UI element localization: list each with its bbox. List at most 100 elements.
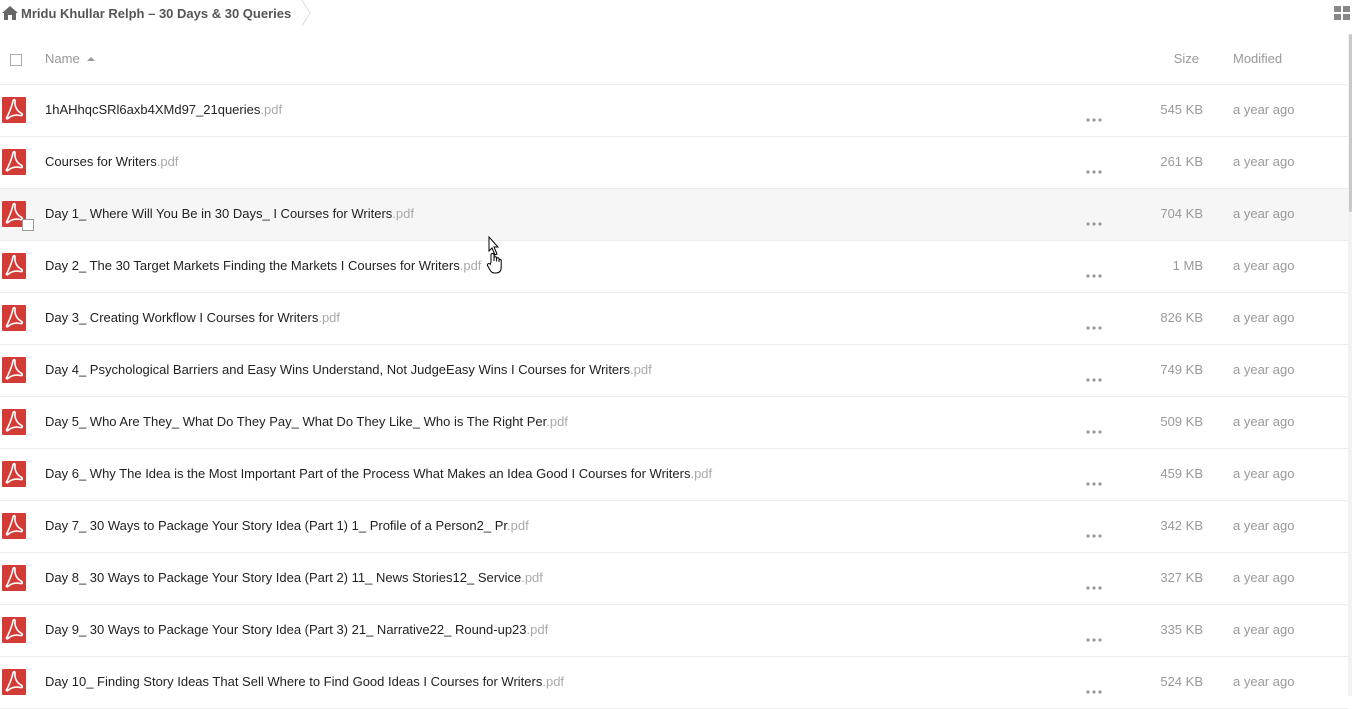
file-modified: a year ago xyxy=(1233,518,1295,533)
file-name[interactable]: Day 3_ Creating Workflow I Courses for W… xyxy=(45,310,340,325)
file-basename: Day 10_ Finding Story Ideas That Sell Wh… xyxy=(45,674,543,689)
file-size: 261 KB xyxy=(1160,154,1203,169)
file-extension: .pdf xyxy=(392,206,414,221)
file-row[interactable]: Day 4_ Psychological Barriers and Easy W… xyxy=(0,345,1348,397)
breadcrumb-current-folder[interactable]: Mridu Khullar Relph – 30 Days & 30 Queri… xyxy=(21,6,291,21)
select-all-checkbox[interactable] xyxy=(10,54,22,66)
file-size: 1 MB xyxy=(1172,258,1203,273)
file-extension: .pdf xyxy=(630,362,652,377)
file-modified: a year ago xyxy=(1233,466,1295,481)
file-basename: Courses for Writers xyxy=(45,154,157,169)
pdf-file-icon xyxy=(2,461,26,487)
file-name[interactable]: Day 9_ 30 Ways to Package Your Story Ide… xyxy=(45,622,548,637)
file-modified: a year ago xyxy=(1233,102,1295,117)
file-name[interactable]: Day 2_ The 30 Target Markets Finding the… xyxy=(45,258,481,273)
file-name[interactable]: Day 6_ Why The Idea is the Most Importan… xyxy=(45,466,712,481)
more-actions-icon[interactable] xyxy=(1086,265,1102,278)
file-modified: a year ago xyxy=(1233,414,1295,429)
file-row[interactable]: Day 8_ 30 Ways to Package Your Story Ide… xyxy=(0,553,1348,605)
file-size: 335 KB xyxy=(1160,622,1203,637)
file-row[interactable]: Day 9_ 30 Ways to Package Your Story Ide… xyxy=(0,605,1348,657)
file-row[interactable]: Day 1_ Where Will You Be in 30 Days_ I C… xyxy=(0,189,1348,241)
more-actions-icon[interactable] xyxy=(1086,681,1102,694)
file-list-header: Name Size Modified xyxy=(0,34,1348,85)
sort-ascending-icon xyxy=(86,56,95,61)
file-basename: Day 7_ 30 Ways to Package Your Story Ide… xyxy=(45,518,507,533)
file-row[interactable]: Day 3_ Creating Workflow I Courses for W… xyxy=(0,293,1348,345)
file-extension: .pdf xyxy=(507,518,529,533)
file-extension: .pdf xyxy=(318,310,341,325)
file-row[interactable]: Courses for Writers.pdf 261 KB a year ago xyxy=(0,137,1348,189)
file-name[interactable]: Day 7_ 30 Ways to Package Your Story Ide… xyxy=(45,518,529,533)
file-extension: .pdf xyxy=(459,258,482,273)
pdf-file-icon xyxy=(2,253,26,279)
file-basename: Day 4_ Psychological Barriers and Easy W… xyxy=(45,362,630,377)
more-actions-icon[interactable] xyxy=(1086,577,1102,590)
file-size: 749 KB xyxy=(1160,362,1203,377)
more-actions-icon[interactable] xyxy=(1086,369,1102,382)
pdf-file-icon xyxy=(2,97,26,123)
pdf-file-icon xyxy=(2,149,26,175)
file-extension: .pdf xyxy=(546,414,568,429)
file-row[interactable]: Day 10_ Finding Story Ideas That Sell Wh… xyxy=(0,657,1348,709)
file-modified: a year ago xyxy=(1233,570,1295,585)
more-actions-icon[interactable] xyxy=(1086,473,1102,486)
file-basename: Day 2_ The 30 Target Markets Finding the… xyxy=(45,258,460,273)
file-extension: .pdf xyxy=(542,674,565,689)
home-icon[interactable] xyxy=(2,6,18,20)
file-name[interactable]: 1hAHhqcSRl6axb4XMd97_21queries.pdf xyxy=(45,102,282,117)
file-name[interactable]: Day 10_ Finding Story Ideas That Sell Wh… xyxy=(45,674,564,689)
breadcrumb[interactable]: Mridu Khullar Relph – 30 Days & 30 Queri… xyxy=(0,0,291,26)
row-checkbox[interactable] xyxy=(22,219,34,231)
file-size: 826 KB xyxy=(1160,310,1203,325)
file-modified: a year ago xyxy=(1233,310,1295,325)
file-name[interactable]: Day 8_ 30 Ways to Package Your Story Ide… xyxy=(45,570,543,585)
pdf-file-icon xyxy=(2,305,26,331)
file-size: 327 KB xyxy=(1160,570,1203,585)
file-basename: Day 1_ Where Will You Be in 30 Days_ I C… xyxy=(45,206,393,221)
file-name[interactable]: Day 1_ Where Will You Be in 30 Days_ I C… xyxy=(45,206,414,221)
column-size-header[interactable]: Size xyxy=(1174,51,1199,66)
file-basename: Day 8_ 30 Ways to Package Your Story Ide… xyxy=(45,570,522,585)
column-name-label: Name xyxy=(45,51,80,66)
file-row[interactable]: Day 2_ The 30 Target Markets Finding the… xyxy=(0,241,1348,293)
file-size: 342 KB xyxy=(1160,518,1203,533)
column-name-header[interactable]: Name xyxy=(45,51,95,66)
more-actions-icon[interactable] xyxy=(1086,317,1102,330)
file-size: 524 KB xyxy=(1160,674,1203,689)
more-actions-icon[interactable] xyxy=(1086,109,1102,122)
file-basename: 1hAHhqcSRl6axb4XMd97_21queries xyxy=(45,102,261,117)
mouse-cursor-icon xyxy=(486,236,502,274)
file-row[interactable]: 1hAHhqcSRl6axb4XMd97_21queries.pdf 545 KB… xyxy=(0,85,1348,137)
file-extension: .pdf xyxy=(690,466,713,481)
grid-view-icon[interactable] xyxy=(1334,6,1350,20)
file-name[interactable]: Day 5_ Who Are They_ What Do They Pay_ W… xyxy=(45,414,568,429)
file-extension: .pdf xyxy=(521,570,543,585)
file-extension: .pdf xyxy=(156,154,179,169)
pdf-file-icon xyxy=(2,513,26,539)
file-row[interactable]: Day 6_ Why The Idea is the Most Importan… xyxy=(0,449,1348,501)
file-name[interactable]: Day 4_ Psychological Barriers and Easy W… xyxy=(45,362,652,377)
pdf-file-icon xyxy=(2,357,26,383)
pdf-file-icon xyxy=(2,565,26,591)
file-name[interactable]: Courses for Writers.pdf xyxy=(45,154,178,169)
file-basename: Day 5_ Who Are They_ What Do They Pay_ W… xyxy=(45,414,547,429)
more-actions-icon[interactable] xyxy=(1086,213,1102,226)
breadcrumb-bar: Mridu Khullar Relph – 30 Days & 30 Queri… xyxy=(0,0,1352,26)
file-modified: a year ago xyxy=(1233,206,1295,221)
column-modified-header[interactable]: Modified xyxy=(1233,51,1282,66)
file-basename: Day 9_ 30 Ways to Package Your Story Ide… xyxy=(45,622,527,637)
file-modified: a year ago xyxy=(1233,674,1295,689)
file-modified: a year ago xyxy=(1233,362,1295,377)
file-row[interactable]: Day 7_ 30 Ways to Package Your Story Ide… xyxy=(0,501,1348,553)
more-actions-icon[interactable] xyxy=(1086,421,1102,434)
more-actions-icon[interactable] xyxy=(1086,629,1102,642)
pdf-file-icon xyxy=(2,669,26,695)
file-size: 704 KB xyxy=(1160,206,1203,221)
breadcrumb-separator-icon xyxy=(301,0,311,26)
more-actions-icon[interactable] xyxy=(1086,161,1102,174)
more-actions-icon[interactable] xyxy=(1086,525,1102,538)
file-basename: Day 6_ Why The Idea is the Most Importan… xyxy=(45,466,691,481)
file-row[interactable]: Day 5_ Who Are They_ What Do They Pay_ W… xyxy=(0,397,1348,449)
file-basename: Day 3_ Creating Workflow I Courses for W… xyxy=(45,310,319,325)
